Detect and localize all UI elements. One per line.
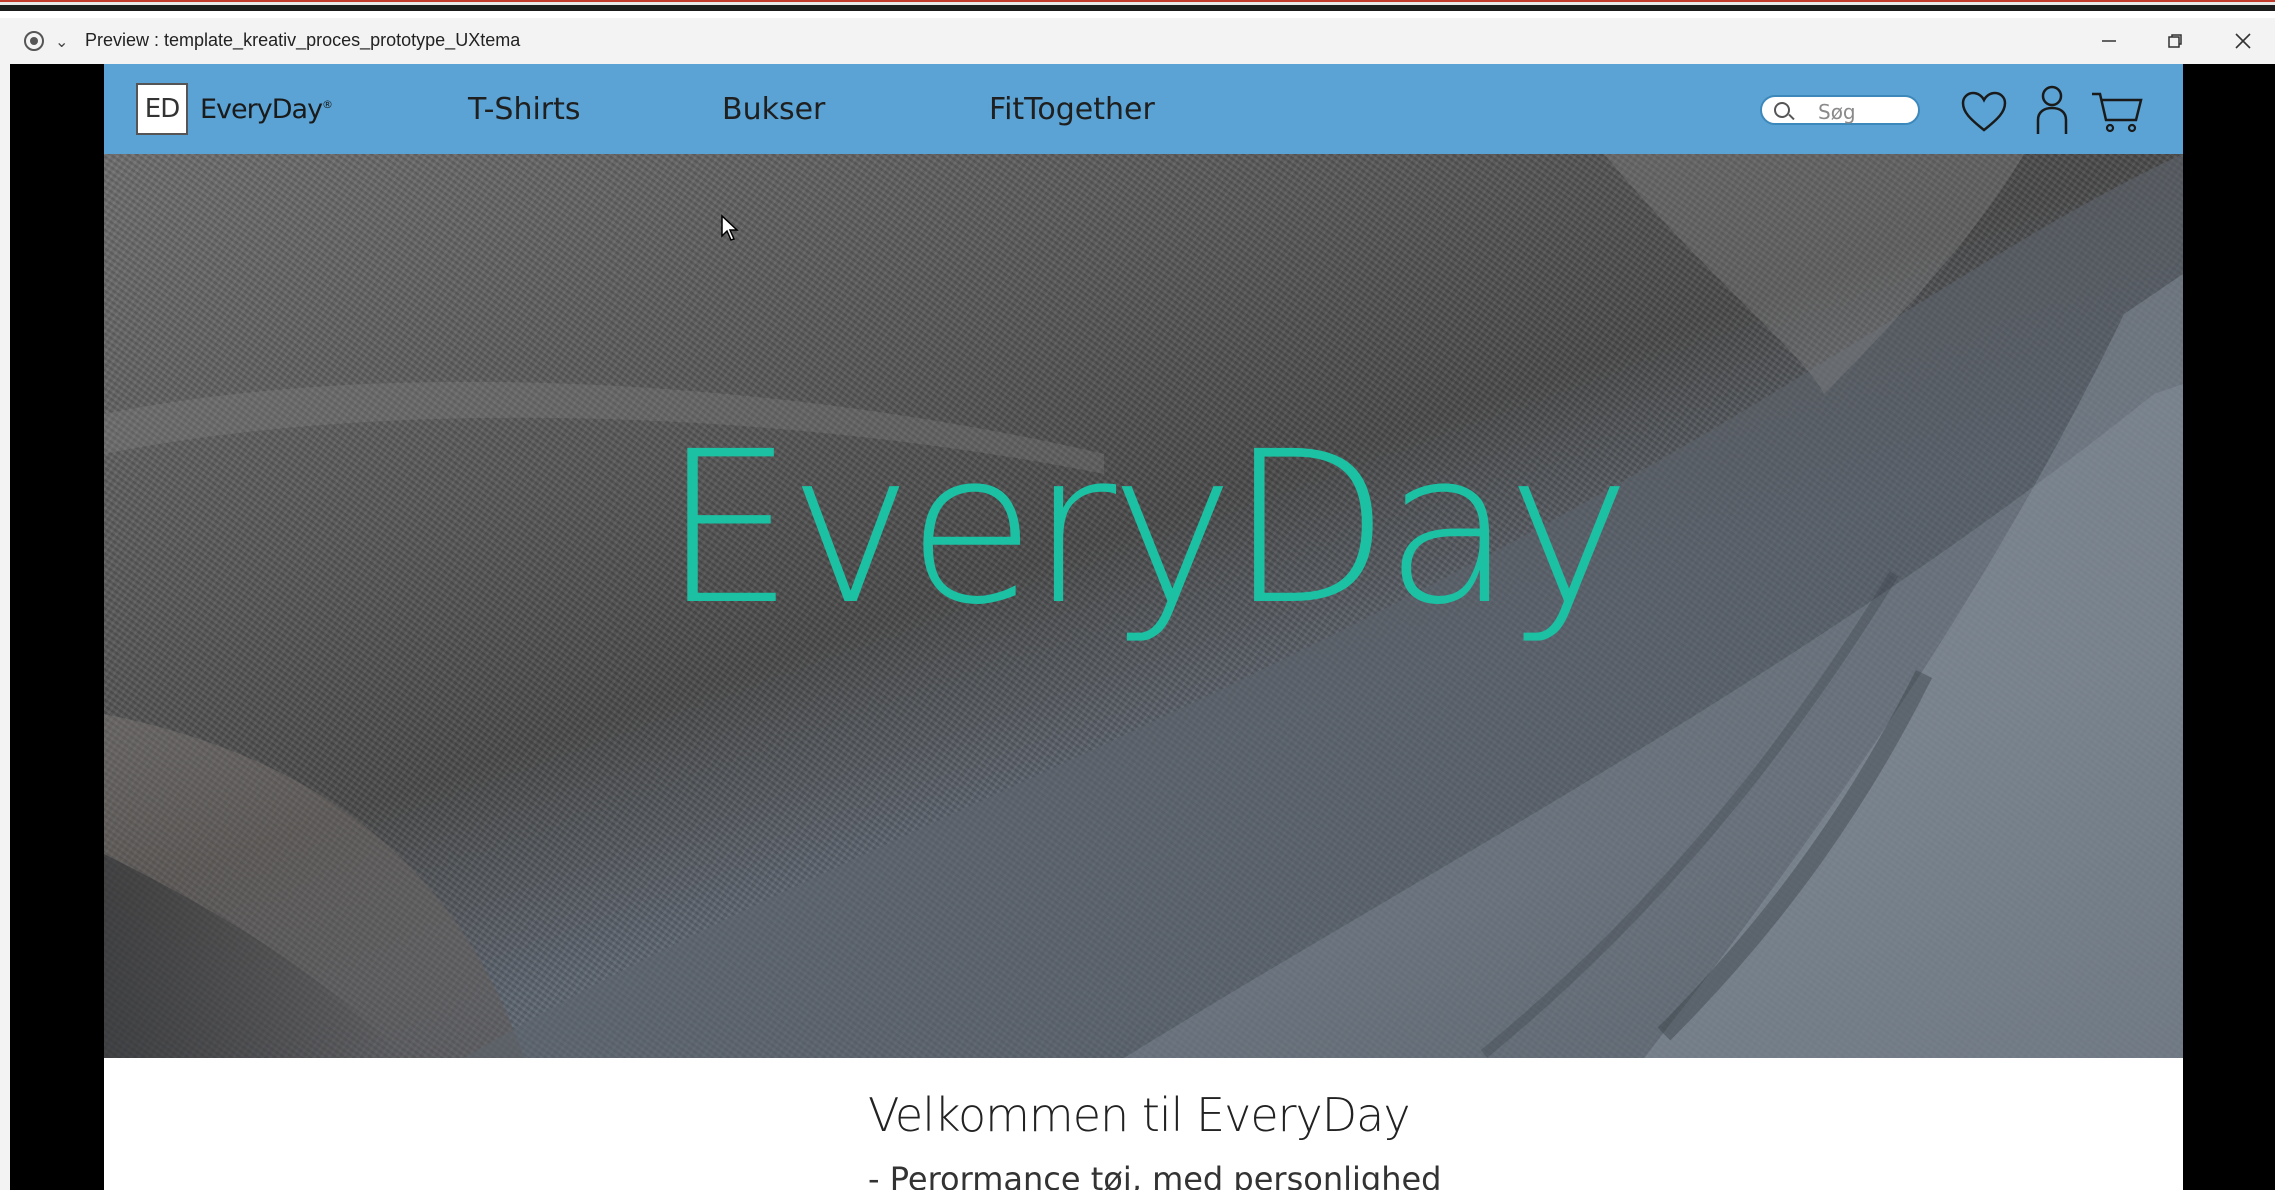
chevron-down-icon[interactable]: ⌄ bbox=[55, 32, 68, 51]
nav-item-fittogether[interactable]: FitTogether bbox=[989, 92, 1155, 127]
preview-margin-right bbox=[2183, 64, 2275, 1190]
close-icon[interactable] bbox=[2226, 24, 2260, 58]
website-preview: ED EveryDay® T-Shirts Bukser FitTogether… bbox=[104, 64, 2183, 1190]
nav-item-tshirts[interactable]: T-Shirts bbox=[468, 92, 581, 127]
window-title: Preview : template_kreativ_proces_protot… bbox=[85, 30, 521, 50]
search-input[interactable]: Søg bbox=[1760, 95, 1920, 125]
cart-icon[interactable] bbox=[2090, 90, 2144, 139]
screen-top-strip bbox=[0, 0, 2275, 18]
logo-name-text: EveryDay bbox=[200, 94, 323, 125]
window-left-edge bbox=[0, 64, 10, 1190]
nav-item-bukser[interactable]: Bukser bbox=[722, 92, 825, 127]
logo-name[interactable]: EveryDay® bbox=[200, 94, 333, 125]
welcome-section: Velkommen til EveryDay - Perormance tøj,… bbox=[104, 1058, 2183, 1190]
top-dark-bar bbox=[0, 5, 2275, 11]
hero-title: EveryDay bbox=[661, 406, 1631, 651]
welcome-title: Velkommen til EveryDay bbox=[868, 1088, 1411, 1142]
record-icon[interactable] bbox=[24, 31, 44, 51]
logo-mark[interactable]: ED bbox=[136, 83, 188, 135]
minimize-icon[interactable] bbox=[2092, 24, 2126, 58]
site-navbar: ED EveryDay® T-Shirts Bukser FitTogether… bbox=[104, 64, 2183, 154]
window-titlebar: ⌄ Preview : template_kreativ_proces_prot… bbox=[0, 18, 2275, 64]
user-icon[interactable] bbox=[2034, 84, 2070, 141]
preview-margin-left bbox=[10, 64, 104, 1190]
restore-icon[interactable] bbox=[2158, 24, 2192, 58]
search-placeholder: Søg bbox=[1818, 100, 1856, 124]
heart-icon[interactable] bbox=[1960, 90, 2008, 139]
search-icon bbox=[1774, 102, 1790, 118]
mouse-cursor-icon bbox=[720, 214, 740, 247]
hero-banner: EveryDay bbox=[104, 154, 2183, 1058]
welcome-subtitle: - Perormance tøj, med personlighed bbox=[868, 1160, 1442, 1190]
trademark-symbol: ® bbox=[322, 98, 333, 111]
